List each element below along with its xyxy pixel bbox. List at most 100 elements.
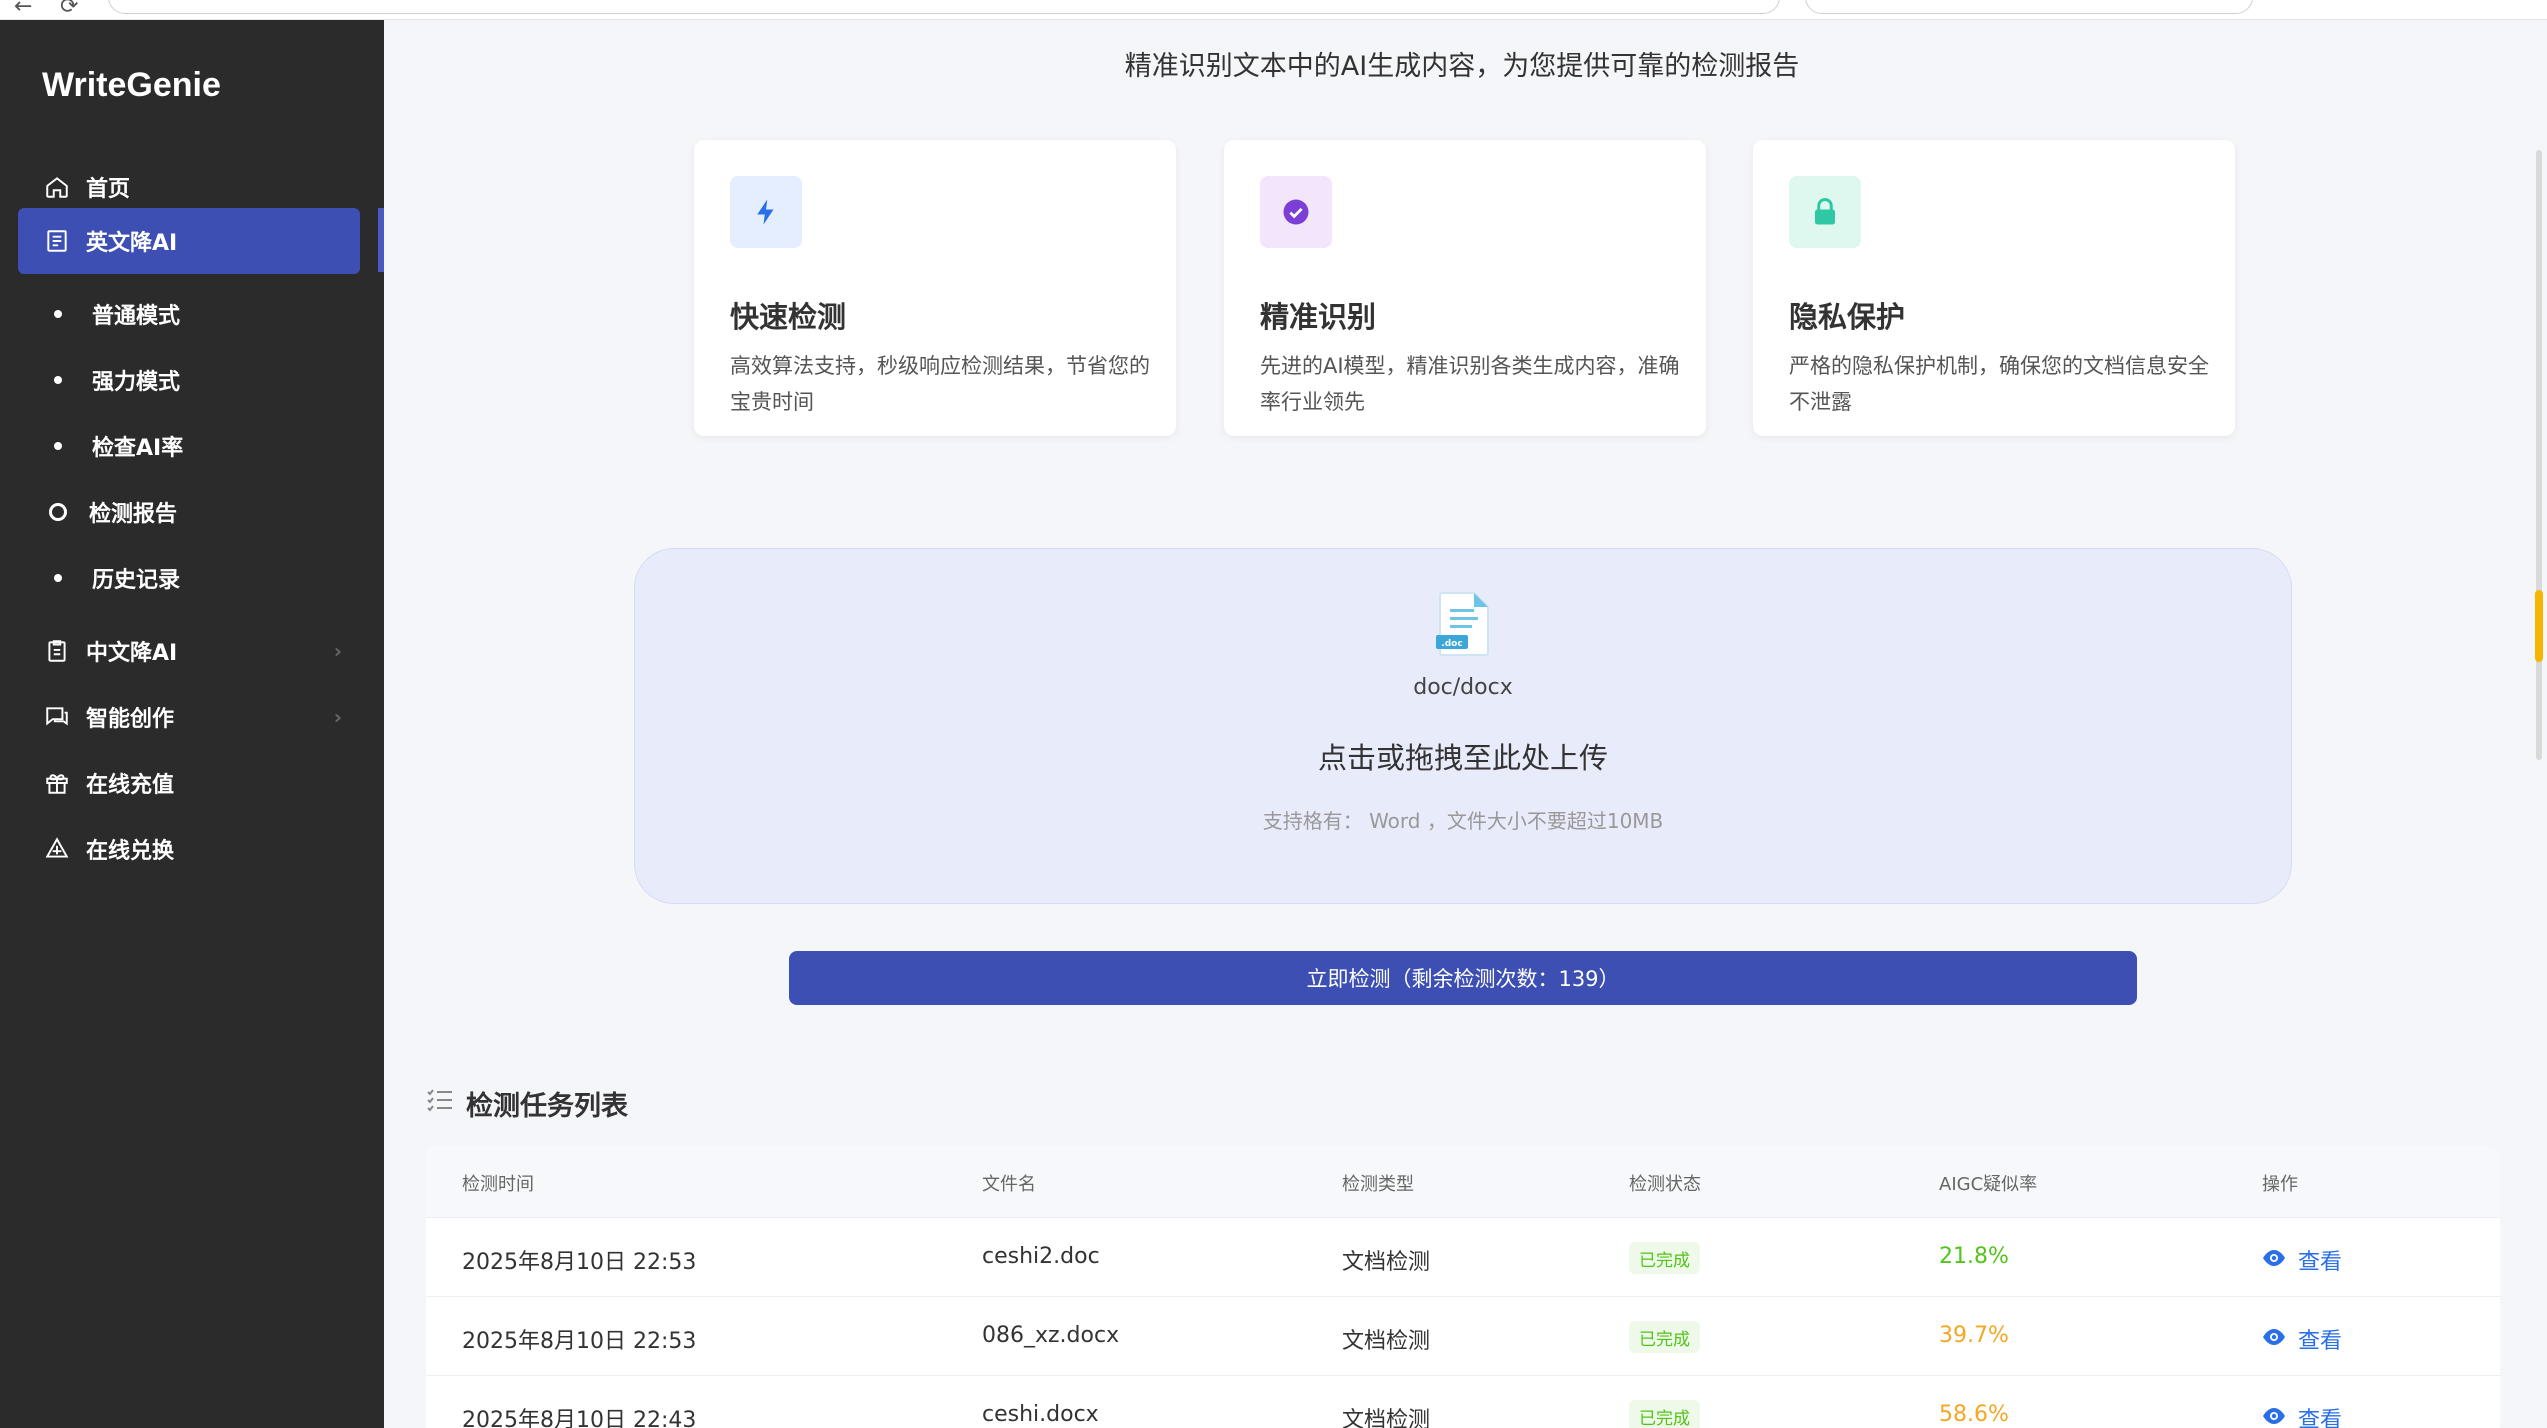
doc-badge-text: .doc xyxy=(1441,639,1462,649)
view-button[interactable]: 查看 xyxy=(2262,1402,2342,1428)
sidebar-item-recharge[interactable]: 在线充值 xyxy=(18,750,360,816)
table-row: 2025年8月10日 22:43 ceshi.docx 文档检测 已完成 58.… xyxy=(426,1376,2500,1428)
eye-icon xyxy=(2262,1327,2286,1352)
cell-filename: 086_xz.docx xyxy=(982,1323,1120,1348)
file-upload-dropzone[interactable]: .doc doc/docx 点击或拖拽至此处上传 支持格有： Word ，文件大… xyxy=(634,548,2292,904)
sidebar-sub-strong-mode[interactable]: 强力模式 xyxy=(50,360,180,400)
sidebar-sub-label: 历史记录 xyxy=(92,568,181,593)
sidebar-item-label: 英文降AI xyxy=(86,231,178,256)
status-badge: 已完成 xyxy=(1629,1400,1700,1428)
feature-desc: 严格的隐私保护机制，确保您的文档信息安全不泄露 xyxy=(1789,354,2209,414)
view-label: 查看 xyxy=(2298,1329,2343,1354)
exchange-icon xyxy=(42,834,72,864)
clipboard-icon xyxy=(42,636,72,666)
lightning-icon xyxy=(730,176,802,248)
cell-aigc-rate: 58.6% xyxy=(1939,1402,2009,1427)
start-detection-button[interactable]: 立即检测（剩余检测次数：139） xyxy=(789,951,2137,1005)
status-badge: 已完成 xyxy=(1629,1321,1700,1353)
sidebar-sub-normal-mode[interactable]: 普通模式 xyxy=(50,294,180,334)
cell-filename: ceshi2.doc xyxy=(982,1244,1100,1269)
task-list-title-text: 检测任务列表 xyxy=(466,1091,628,1122)
sidebar-sub-label: 检查AI率 xyxy=(92,436,184,461)
sidebar-item-english-reduce-ai[interactable]: 英文降AI xyxy=(18,208,360,274)
browser-search-bar[interactable] xyxy=(1805,0,2253,14)
page-scrollbar-track[interactable] xyxy=(2536,150,2542,760)
active-ring-icon xyxy=(49,503,67,521)
bullet-icon xyxy=(54,376,62,384)
sidebar-sub-check-ai-rate[interactable]: 检查AI率 xyxy=(50,426,183,466)
column-header-filename: 文件名 xyxy=(982,1174,1036,1195)
cell-type: 文档检测 xyxy=(1342,1250,1431,1275)
view-button[interactable]: 查看 xyxy=(2262,1323,2342,1355)
column-header-action: 操作 xyxy=(2262,1174,2298,1195)
sidebar-sub-detection-report[interactable]: 检测报告 xyxy=(49,492,178,532)
app-logo[interactable]: WriteGenie xyxy=(42,66,221,105)
feature-title: 精准识别 xyxy=(1260,300,1377,334)
table-row: 2025年8月10日 22:53 086_xz.docx 文档检测 已完成 39… xyxy=(426,1297,2500,1376)
sidebar-item-label: 在线兑换 xyxy=(86,839,175,864)
cell-time: 2025年8月10日 22:43 xyxy=(462,1408,697,1428)
cell-aigc-rate: 21.8% xyxy=(1939,1244,2009,1269)
cell-filename: ceshi.docx xyxy=(982,1402,1099,1427)
page-subtitle: 精准识别文本中的AI生成内容，为您提供可靠的检测报告 xyxy=(1124,51,1800,82)
page-scrollbar-thumb[interactable] xyxy=(2535,590,2543,662)
feature-card-privacy: 隐私保护 严格的隐私保护机制，确保您的文档信息安全不泄露 xyxy=(1753,140,2235,436)
sidebar-item-redeem[interactable]: 在线兑换 xyxy=(18,816,360,882)
gift-icon xyxy=(42,768,72,798)
view-label: 查看 xyxy=(2298,1408,2343,1428)
chevron-right-icon: › xyxy=(333,639,342,663)
chevron-right-icon: › xyxy=(333,705,342,729)
feature-title: 快速检测 xyxy=(730,300,847,334)
bullet-icon xyxy=(54,442,62,450)
sidebar-sub-label: 检测报告 xyxy=(89,502,178,527)
check-circle-icon xyxy=(1260,176,1332,248)
bullet-icon xyxy=(54,310,62,318)
cell-time: 2025年8月10日 22:53 xyxy=(462,1250,697,1275)
cell-type: 文档检测 xyxy=(1342,1329,1431,1354)
refresh-icon[interactable]: ⟳ xyxy=(60,0,78,19)
feature-desc: 先进的AI模型，精准识别各类生成内容，准确率行业领先 xyxy=(1260,354,1680,414)
sidebar-item-chinese-reduce-ai[interactable]: 中文降AI › xyxy=(18,618,360,684)
table-row: 2025年8月10日 22:53 ceshi2.doc 文档检测 已完成 21.… xyxy=(426,1218,2500,1297)
document-icon xyxy=(42,226,72,256)
table-header: 检测时间 文件名 检测类型 检测状态 AIGC疑似率 操作 xyxy=(426,1146,2500,1218)
column-header-aigc-rate: AIGC疑似率 xyxy=(1939,1174,2038,1195)
feature-card-accurate: 精准识别 先进的AI模型，精准识别各类生成内容，准确率行业领先 xyxy=(1224,140,1706,436)
sidebar: WriteGenie 首页 英文降AI 普通模式 强力模式 检查AI率 检测报告… xyxy=(0,20,384,1428)
status-badge: 已完成 xyxy=(1629,1242,1700,1274)
sidebar-sub-history[interactable]: 历史记录 xyxy=(50,558,180,598)
sidebar-sub-label: 普通模式 xyxy=(92,304,181,329)
eye-icon xyxy=(2262,1248,2286,1273)
sidebar-item-label: 首页 xyxy=(86,177,131,202)
task-table: 检测时间 文件名 检测类型 检测状态 AIGC疑似率 操作 2025年8月10日… xyxy=(426,1146,2500,1428)
address-bar[interactable] xyxy=(108,0,1780,14)
task-list-title: 检测任务列表 xyxy=(426,1084,628,1123)
upload-format-label: doc/docx xyxy=(1413,675,1513,700)
lock-icon xyxy=(1789,176,1861,248)
doc-file-icon: .doc xyxy=(1434,591,1494,661)
upload-hint: 支持格有： Word ，文件大小不要超过10MB xyxy=(1262,809,1664,833)
column-header-status: 检测状态 xyxy=(1629,1174,1701,1195)
browser-toolbar: ← ⟳ xyxy=(0,0,2547,20)
column-header-time: 检测时间 xyxy=(462,1174,534,1195)
feature-desc: 高效算法支持，秒级响应检测结果，节省您的宝贵时间 xyxy=(730,354,1150,414)
sidebar-item-smart-create[interactable]: 智能创作 › xyxy=(18,684,360,750)
feature-title: 隐私保护 xyxy=(1789,300,1906,334)
view-label: 查看 xyxy=(2298,1250,2343,1275)
sidebar-item-label: 在线充值 xyxy=(86,773,175,798)
bullet-icon xyxy=(54,574,62,582)
home-icon xyxy=(42,172,72,202)
chat-icon xyxy=(42,702,72,732)
column-header-type: 检测类型 xyxy=(1342,1174,1414,1195)
back-icon[interactable]: ← xyxy=(14,0,32,19)
cell-aigc-rate: 39.7% xyxy=(1939,1323,2009,1348)
view-button[interactable]: 查看 xyxy=(2262,1244,2342,1276)
feature-card-fast: 快速检测 高效算法支持，秒级响应检测结果，节省您的宝贵时间 xyxy=(694,140,1176,436)
checklist-icon xyxy=(426,1087,454,1120)
eye-icon xyxy=(2262,1406,2286,1428)
main-content: 精准识别文本中的AI生成内容，为您提供可靠的检测报告 快速检测 高效算法支持，秒… xyxy=(384,20,2547,1428)
cell-time: 2025年8月10日 22:53 xyxy=(462,1329,697,1354)
sidebar-item-label: 中文降AI xyxy=(86,641,178,666)
cell-type: 文档检测 xyxy=(1342,1408,1431,1428)
sidebar-sub-label: 强力模式 xyxy=(92,370,181,395)
